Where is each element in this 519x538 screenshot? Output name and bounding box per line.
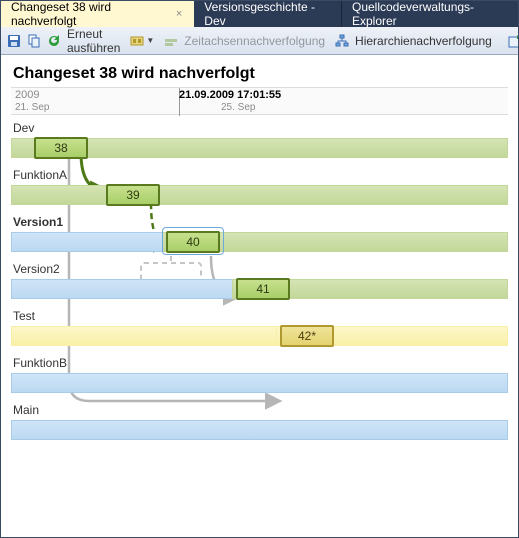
branch-label: FunktionB [11, 356, 508, 370]
branch-bar[interactable]: 41 [11, 279, 508, 299]
changeset-box[interactable]: 38 [34, 137, 88, 159]
timeline-tick: 25. Sep [221, 102, 255, 113]
save-button[interactable] [5, 30, 23, 52]
branch-row: Test 42* [11, 309, 508, 346]
timeline-header: 2009 21.09.2009 17:01:55 21. Sep 25. Sep [11, 87, 508, 115]
tab-history-label: Versionsgeschichte - Dev [204, 0, 331, 28]
branch-row: Dev 38 [11, 121, 508, 158]
changeset-box[interactable]: 40 [166, 231, 220, 253]
branch-row: FunktionB [11, 356, 508, 393]
close-icon[interactable]: × [174, 8, 184, 20]
branch-diagram: Dev 38 FunktionA 39 Version1 40 Version2 41 Test… [11, 121, 508, 440]
branch-row: FunktionA 39 [11, 168, 508, 205]
content-area: Changeset 38 wird nachverfolgt 2009 21.0… [1, 55, 518, 460]
branch-bar[interactable]: 39 [11, 185, 508, 205]
toolbar: Erneut ausführen ▼ Zeitachsennachverfolg… [1, 27, 518, 55]
branch-bar[interactable]: 42* [11, 326, 508, 346]
branch-row: Main [11, 403, 508, 440]
branch-label: FunktionA [11, 168, 508, 182]
branch-label: Main [11, 403, 508, 417]
page-title: Changeset 38 wird nachverfolgt [13, 65, 508, 83]
export-button[interactable] [506, 30, 519, 52]
timeline-tick: 21. Sep [15, 102, 49, 113]
tab-history[interactable]: Versionsgeschichte - Dev [194, 1, 342, 27]
tab-active-label: Changeset 38 wird nachverfolgt [11, 0, 168, 28]
tab-active[interactable]: Changeset 38 wird nachverfolgt × [1, 1, 194, 27]
timeline-view-icon [162, 30, 180, 52]
tab-source-explorer[interactable]: Quellcodeverwaltungs-Explorer [342, 1, 518, 27]
dropdown-icon[interactable]: ▼ [146, 36, 154, 45]
copy-button[interactable] [25, 30, 43, 52]
changeset-box[interactable]: 39 [106, 184, 160, 206]
tracking-options-button[interactable] [128, 30, 146, 52]
hierarchy-view-label: Hierarchienachverfolgung [355, 34, 492, 48]
refresh-icon[interactable] [45, 30, 63, 52]
hierarchy-view-icon[interactable] [333, 30, 351, 52]
rerun-label: Erneut ausführen [67, 27, 120, 55]
branch-label: Test [11, 309, 508, 323]
branch-label: Version2 [11, 262, 508, 276]
branch-label: Dev [11, 121, 508, 135]
hierarchy-view-button[interactable]: Hierarchienachverfolgung [353, 34, 498, 48]
timeline-view-label: Zeitachsennachverfolgung [184, 34, 325, 48]
branch-label: Version1 [11, 215, 508, 229]
tab-source-explorer-label: Quellcodeverwaltungs-Explorer [352, 0, 508, 28]
branch-bar[interactable]: 38 [11, 138, 508, 158]
tab-bar: Changeset 38 wird nachverfolgt × Version… [1, 1, 518, 27]
changeset-box[interactable]: 41 [236, 278, 290, 300]
branch-bar[interactable]: 40 [11, 232, 508, 252]
branch-bar[interactable] [11, 420, 508, 440]
timeline-year: 2009 [15, 89, 39, 101]
branch-row: Version1 40 [11, 215, 508, 252]
rerun-button[interactable]: Erneut ausführen [65, 27, 126, 55]
branch-row: Version2 41 [11, 262, 508, 299]
timeline-view-button: Zeitachsennachverfolgung [182, 34, 331, 48]
timeline-datestamp: 21.09.2009 17:01:55 [179, 89, 281, 101]
changeset-box[interactable]: 42* [280, 325, 334, 347]
branch-bar[interactable] [11, 373, 508, 393]
